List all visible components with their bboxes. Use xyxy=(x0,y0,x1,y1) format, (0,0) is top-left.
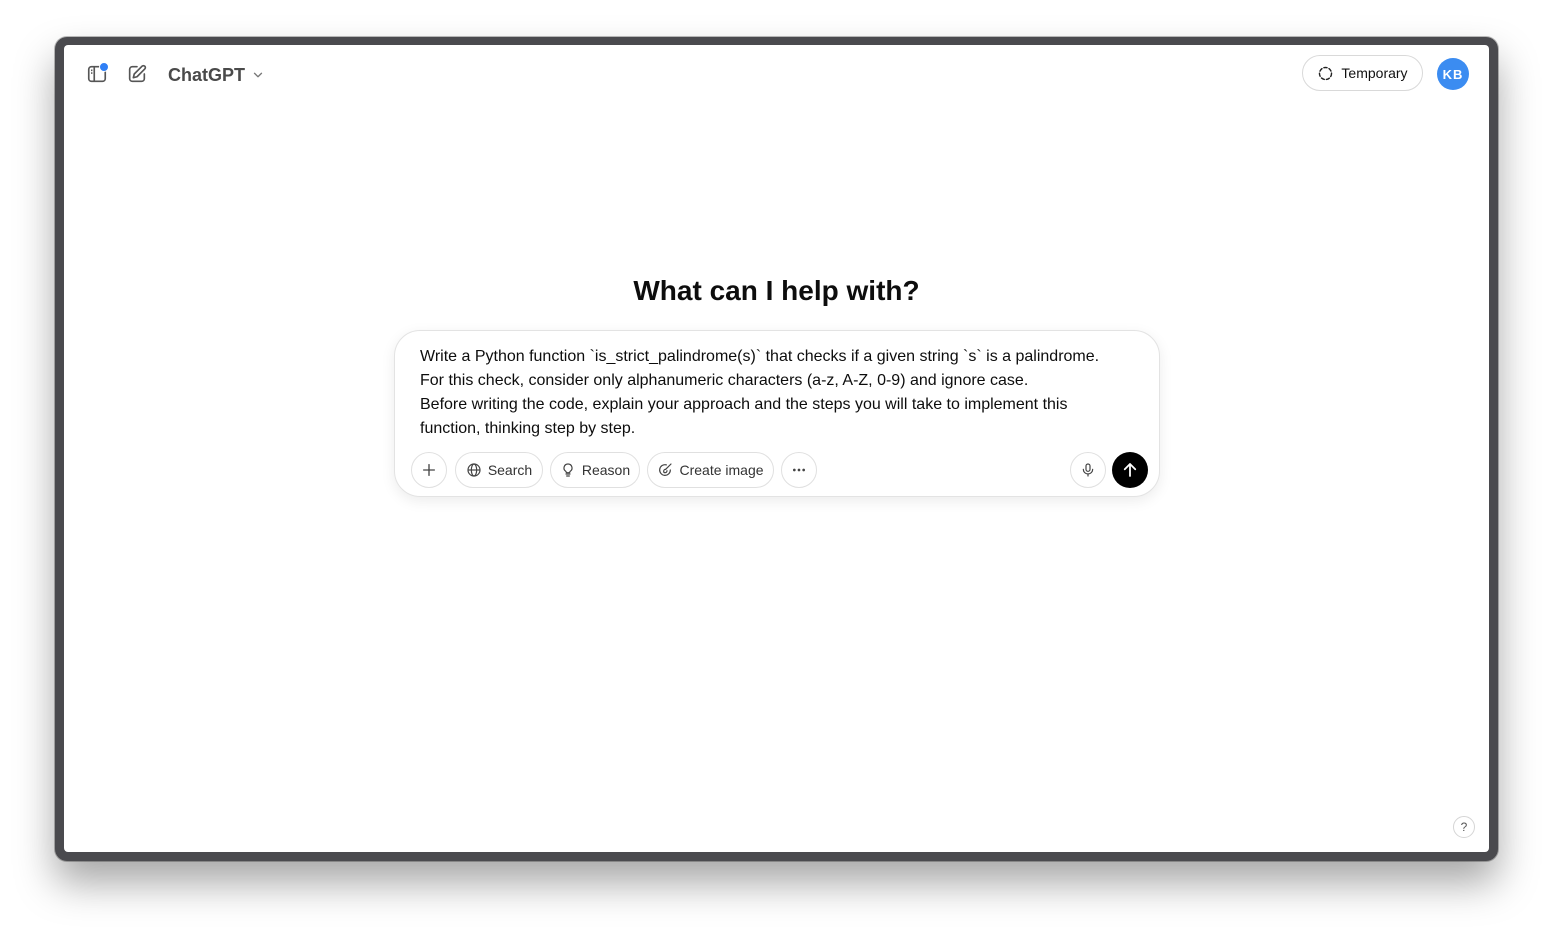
send-button[interactable] xyxy=(1112,452,1148,488)
dashed-circle-icon xyxy=(1319,66,1333,80)
lightbulb-icon xyxy=(563,463,573,477)
search-label: Search xyxy=(487,462,533,478)
model-selector[interactable]: ChatGPT xyxy=(164,61,269,89)
model-name: ChatGPT xyxy=(168,64,246,85)
dictate-button[interactable] xyxy=(1070,452,1106,488)
prompt-line: Before writing the code, explain your ap… xyxy=(420,396,1068,413)
prompt-line: Write a Python function `is_strict_palin… xyxy=(420,348,1100,365)
globe-icon xyxy=(467,463,481,477)
avatar[interactable]: KB xyxy=(1437,58,1469,90)
plus-icon xyxy=(423,464,435,476)
arrow-up-icon xyxy=(1123,463,1137,477)
reason-button[interactable]: Reason xyxy=(550,452,640,488)
prompt-composer[interactable]: Write a Python function `is_strict_palin… xyxy=(394,330,1160,497)
prompt-line: For this check, consider only alphanumer… xyxy=(420,372,1029,389)
reason-label: Reason xyxy=(581,462,631,478)
temporary-chat-button[interactable]: Temporary xyxy=(1302,55,1423,91)
search-button[interactable]: Search xyxy=(455,452,543,488)
desktop: ChatGPT Temporary KB What can I help wit… xyxy=(0,0,1553,934)
top-bar: ChatGPT Temporary KB xyxy=(64,45,1489,105)
create-image-button[interactable]: Create image xyxy=(647,452,774,488)
brush-icon xyxy=(659,463,673,476)
chat-window: ChatGPT Temporary KB What can I help wit… xyxy=(64,45,1489,852)
notification-dot xyxy=(99,62,109,72)
more-tools-button[interactable] xyxy=(781,452,817,488)
microphone-icon xyxy=(1082,463,1094,477)
new-chat-button[interactable] xyxy=(121,58,153,90)
sidebar-toggle-button[interactable] xyxy=(81,58,113,90)
prompt-input[interactable]: Write a Python function `is_strict_palin… xyxy=(420,345,1140,441)
help-button[interactable]: ? xyxy=(1453,816,1475,838)
create-image-label: Create image xyxy=(679,462,764,478)
prompt-line: function, thinking step by step. xyxy=(420,420,636,437)
page-title: What can I help with? xyxy=(633,275,920,306)
new-chat-icon xyxy=(128,64,147,83)
chevron-down-icon xyxy=(253,72,263,78)
ellipsis-icon xyxy=(793,468,805,472)
temporary-label: Temporary xyxy=(1341,65,1408,81)
add-attachment-button[interactable] xyxy=(411,452,447,488)
